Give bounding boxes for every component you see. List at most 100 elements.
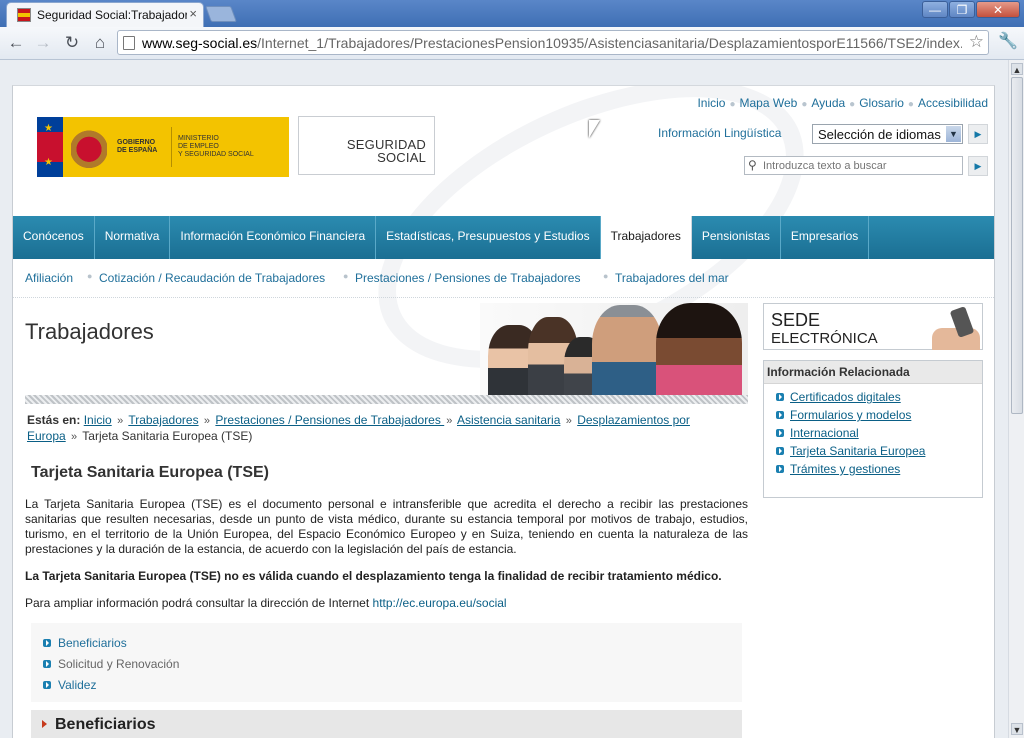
more-info-paragraph: Para ampliar información podrá consultar…: [25, 596, 748, 611]
nav-conocenos[interactable]: Conócenos: [13, 216, 95, 259]
top-link-accesibilidad[interactable]: Accesibilidad: [918, 96, 988, 110]
url-path: /Internet_1/Trabajadores/PrestacionesPen…: [257, 35, 962, 51]
search-input[interactable]: [763, 158, 958, 173]
breadcrumb-inicio[interactable]: Inicio: [84, 413, 112, 427]
main-nav: Conócenos Normativa Información Económic…: [13, 216, 994, 259]
anchor-solicitud[interactable]: Solicitud y Renovación: [43, 657, 179, 671]
scroll-thumb[interactable]: [1011, 77, 1023, 414]
related-info-title: Información Relacionada: [764, 361, 982, 384]
arrow-bullet-icon: [776, 411, 784, 419]
breadcrumb-asistencia[interactable]: Asistencia sanitaria: [457, 413, 560, 427]
more-info-text: Para ampliar información podrá consultar…: [25, 596, 373, 610]
subnav-prestaciones[interactable]: Prestaciones / Pensiones de Trabajadores: [355, 271, 580, 285]
maximize-button[interactable]: ❐: [949, 1, 975, 18]
browser-titlebar: Seguridad Social:Trabajadores × — ❐ ✕: [0, 0, 1024, 27]
arrow-bullet-icon: [776, 393, 784, 401]
search-icon: ⚲: [748, 158, 757, 172]
arrow-bullet-icon: [43, 639, 51, 647]
search-go-button[interactable]: ▶: [968, 156, 988, 176]
top-link-mapa-web[interactable]: Mapa Web: [740, 96, 798, 110]
subnav-cotizacion[interactable]: Cotización / Recaudación de Trabajadores: [99, 271, 325, 285]
language-go-button[interactable]: ▶: [968, 124, 988, 144]
anchor-beneficiarios[interactable]: Beneficiarios: [43, 636, 127, 650]
subnav-trabajadores-mar[interactable]: Trabajadores del mar: [615, 271, 729, 285]
eu-flag-icon: ★ ★: [37, 117, 63, 177]
reload-icon[interactable]: ↻: [61, 32, 83, 54]
arrow-bullet-icon: [43, 681, 51, 689]
breadcrumb-desplazamientos[interactable]: Desplazamientos por: [577, 413, 690, 427]
breadcrumb: Estás en: Inicio » Trabajadores » Presta…: [27, 413, 747, 445]
section-index: Beneficiarios Solicitud y Renovación Val…: [31, 623, 742, 702]
back-icon[interactable]: ←: [5, 32, 27, 54]
nav-pensionistas[interactable]: Pensionistas: [692, 216, 781, 259]
arrow-bullet-icon: [776, 447, 784, 455]
subnav-separator: ●: [343, 271, 349, 281]
sede-line2: ELECTRÓNICA: [771, 330, 878, 347]
nav-informacion-economico[interactable]: Información Económico Financiera: [170, 216, 377, 259]
chevron-down-icon: ▼: [946, 126, 961, 142]
gobierno-text: GOBIERNO DE ESPAÑA: [117, 139, 158, 154]
europa-link[interactable]: http://ec.europa.eu/social: [373, 596, 507, 610]
sede-electronica-banner[interactable]: SEDE ELECTRÓNICA: [763, 303, 983, 350]
scroll-up-icon[interactable]: ▲: [1011, 63, 1023, 75]
scroll-down-icon[interactable]: ▼: [1011, 723, 1023, 735]
subnav-afiliacion[interactable]: Afiliación: [25, 271, 73, 285]
link-separator: ●: [729, 99, 736, 110]
language-info-link[interactable]: Información Lingüística: [658, 126, 781, 140]
breadcrumb-europa[interactable]: Europa: [27, 429, 66, 443]
warning-paragraph: La Tarjeta Sanitaria Europea (TSE) no es…: [25, 569, 722, 583]
page-title: Trabajadores: [25, 319, 154, 344]
breadcrumb-trabajadores[interactable]: Trabajadores: [128, 413, 198, 427]
page-icon: [123, 36, 135, 50]
breadcrumb-current: Tarjeta Sanitaria Europea (TSE): [82, 429, 253, 443]
breadcrumb-separator: »: [71, 431, 78, 443]
minimize-button[interactable]: —: [922, 1, 948, 18]
arrow-bullet-icon: [776, 465, 784, 473]
breadcrumb-label: Estás en:: [27, 413, 81, 427]
ss-logo-line2: SOCIAL: [377, 150, 426, 165]
seguridad-social-logo[interactable]: SEGURIDAD SOCIAL: [298, 116, 435, 175]
wrench-icon[interactable]: 🔧: [997, 31, 1019, 53]
gobierno-logo[interactable]: ★ ★ GOBIERNO DE ESPAÑA MINISTERIO DE EMPL…: [37, 117, 289, 177]
triangle-right-icon: [42, 720, 47, 728]
arrow-bullet-icon: [776, 429, 784, 437]
tab-close-icon[interactable]: ×: [189, 6, 197, 21]
browser-tab[interactable]: Seguridad Social:Trabajadores ×: [6, 2, 204, 27]
close-window-button[interactable]: ✕: [976, 1, 1020, 18]
star-icon[interactable]: ☆: [969, 32, 984, 52]
url-text[interactable]: www.seg-social.es/Internet_1/Trabajadore…: [142, 35, 962, 51]
nav-estadisticas[interactable]: Estadísticas, Presupuestos y Estudios: [376, 216, 601, 259]
browser-toolbar: ← → ↻ ⌂ www.seg-social.es/Internet_1/Tra…: [0, 27, 1024, 60]
forward-icon[interactable]: →: [32, 32, 54, 54]
nav-trabajadores[interactable]: Trabajadores: [600, 216, 692, 259]
nav-normativa[interactable]: Normativa: [95, 216, 171, 259]
link-separator: ●: [907, 99, 914, 110]
related-link-formularios[interactable]: Formularios y modelos: [776, 408, 911, 422]
breadcrumb-prestaciones[interactable]: Prestaciones / Pensiones de Trabajadores: [215, 413, 444, 427]
related-link-certificados[interactable]: Certificados digitales: [776, 390, 901, 404]
language-select[interactable]: Selección de idiomas ▼: [812, 124, 963, 144]
breadcrumb-separator: »: [446, 415, 453, 427]
home-icon[interactable]: ⌂: [89, 32, 111, 54]
link-separator: ●: [801, 99, 808, 110]
related-link-tarjeta[interactable]: Tarjeta Sanitaria Europea: [776, 444, 925, 458]
top-link-inicio[interactable]: Inicio: [697, 96, 725, 110]
web-page: ★ ★ GOBIERNO DE ESPAÑA MINISTERIO DE EMPL…: [12, 85, 995, 738]
top-link-glosario[interactable]: Glosario: [859, 96, 904, 110]
breadcrumb-separator: »: [117, 415, 124, 427]
vertical-scrollbar[interactable]: ▲ ▼: [1008, 60, 1024, 738]
related-info-box: Información Relacionada Certificados dig…: [763, 360, 983, 498]
mouse-cursor-icon: [589, 120, 600, 138]
related-link-tramites[interactable]: Trámites y gestiones: [776, 462, 900, 476]
search-field[interactable]: ⚲: [744, 156, 963, 175]
anchor-validez[interactable]: Validez: [43, 678, 96, 692]
nav-empresarios[interactable]: Empresarios: [781, 216, 870, 259]
section-title: Beneficiarios: [55, 716, 156, 733]
related-link-internacional[interactable]: Internacional: [776, 426, 859, 440]
new-tab-button[interactable]: [205, 6, 237, 22]
address-bar[interactable]: www.seg-social.es/Internet_1/Trabajadore…: [117, 30, 989, 55]
url-host: www.seg-social.es: [142, 35, 258, 51]
section-header[interactable]: Beneficiarios: [31, 710, 742, 738]
top-link-ayuda[interactable]: Ayuda: [811, 96, 845, 110]
site-favicon-icon: [17, 8, 31, 22]
